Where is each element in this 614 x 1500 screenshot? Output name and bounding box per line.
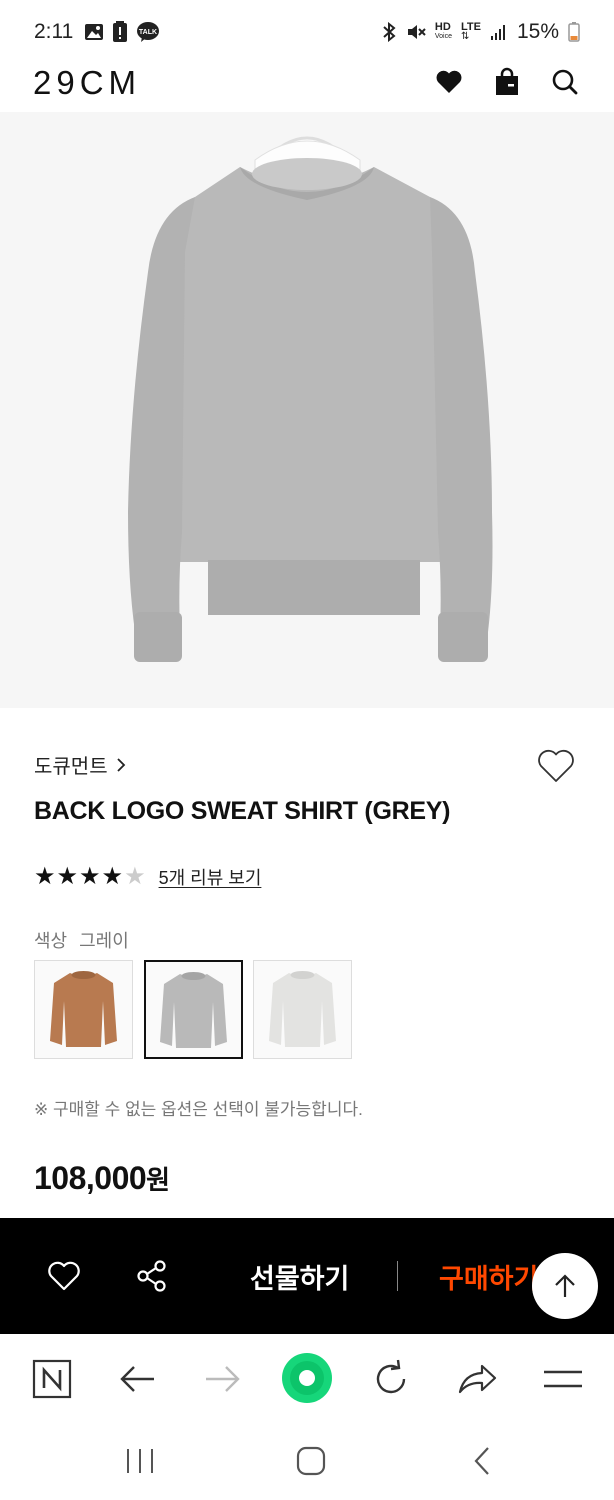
- purchase-bar: 선물하기 구매하기: [0, 1218, 614, 1334]
- menu-icon[interactable]: [540, 1356, 586, 1402]
- selected-color: 그레이: [79, 931, 129, 951]
- product-image[interactable]: [0, 112, 614, 708]
- color-option-label: 색상 그레이: [34, 931, 129, 951]
- system-status-icons: HD Voice LTE ⇅ 15%: [381, 20, 580, 44]
- svg-text:TALK: TALK: [139, 29, 157, 36]
- buy-bar-divider: [397, 1261, 398, 1291]
- scroll-to-top-button[interactable]: [532, 1253, 598, 1319]
- status-time: 2:11: [34, 20, 74, 43]
- kakaotalk-icon: TALK: [137, 22, 159, 42]
- system-navigation-bar: [0, 1424, 614, 1500]
- share-arrow-icon[interactable]: [454, 1356, 500, 1402]
- battery-icon: [568, 22, 580, 42]
- recent-apps-icon[interactable]: [122, 1446, 158, 1476]
- light-grey-sweatshirt-thumb: [269, 971, 336, 1047]
- signal-icon: [490, 25, 505, 40]
- home-icon[interactable]: [294, 1444, 328, 1478]
- app-header: 29CM: [0, 62, 614, 112]
- product-title: BACK LOGO SWEAT SHIRT (GREY): [34, 797, 451, 825]
- share-icon[interactable]: [134, 1258, 170, 1294]
- sweatshirt-image: [128, 136, 493, 662]
- color-swatch-light-grey[interactable]: [253, 960, 352, 1059]
- refresh-icon[interactable]: [368, 1356, 414, 1402]
- star-icon: ★: [34, 863, 56, 890]
- battery-percent: 15%: [516, 20, 559, 43]
- brand-link[interactable]: 도큐먼트: [34, 750, 126, 779]
- alert-icon: [113, 21, 127, 42]
- hd-voice-indicator: HD Voice: [434, 21, 452, 41]
- rating-row: ★ ★ ★ ★ ★ 5개 리뷰 보기: [34, 864, 261, 890]
- heart-icon[interactable]: [434, 67, 464, 97]
- star-icon: ★: [79, 863, 101, 890]
- naver-home-icon[interactable]: [29, 1356, 75, 1402]
- review-link[interactable]: 5개 리뷰 보기: [159, 864, 262, 890]
- brand-logo[interactable]: 29CM: [33, 64, 141, 102]
- search-icon[interactable]: [550, 67, 580, 97]
- naver-green-dot-icon[interactable]: [281, 1352, 333, 1404]
- mute-icon: [407, 25, 426, 39]
- price-amount: 108,000: [34, 1160, 147, 1196]
- gallery-icon: [85, 24, 103, 40]
- back-icon[interactable]: [470, 1444, 496, 1478]
- browser-toolbar: [0, 1334, 614, 1424]
- price: 108,000원: [34, 1160, 170, 1197]
- grey-sweatshirt-thumb: [160, 972, 227, 1048]
- gift-button[interactable]: 선물하기: [250, 1257, 349, 1296]
- shopping-bag-icon[interactable]: [492, 67, 522, 97]
- heart-outline-icon[interactable]: [46, 1258, 82, 1294]
- arrow-up-icon: [555, 1274, 575, 1297]
- brand-name: 도큐먼트: [34, 756, 108, 778]
- forward-arrow-icon[interactable]: [200, 1356, 246, 1402]
- star-icon: ★: [56, 863, 79, 890]
- back-arrow-icon[interactable]: [114, 1356, 160, 1402]
- color-swatch-brown[interactable]: [34, 960, 133, 1059]
- notification-icons: TALK: [84, 21, 160, 43]
- option-notice: ※ 구매할 수 없는 옵션은 선택이 불가능합니다.: [34, 1100, 363, 1119]
- wishlist-heart-icon[interactable]: [536, 746, 576, 786]
- bluetooth-icon: [383, 22, 396, 42]
- price-unit: 원: [146, 1165, 170, 1195]
- purchase-button[interactable]: 구매하기: [439, 1257, 538, 1296]
- lte-indicator: LTE ⇅: [461, 21, 481, 42]
- status-bar: 2:11 TALK HD Voice LTE ⇅ 15%: [0, 0, 614, 62]
- color-swatch-grey[interactable]: [144, 960, 243, 1059]
- star-icon: ★: [101, 863, 124, 890]
- brown-sweatshirt-thumb: [50, 971, 117, 1047]
- star-empty-icon: ★: [124, 863, 146, 890]
- chevron-right-icon: [116, 757, 125, 772]
